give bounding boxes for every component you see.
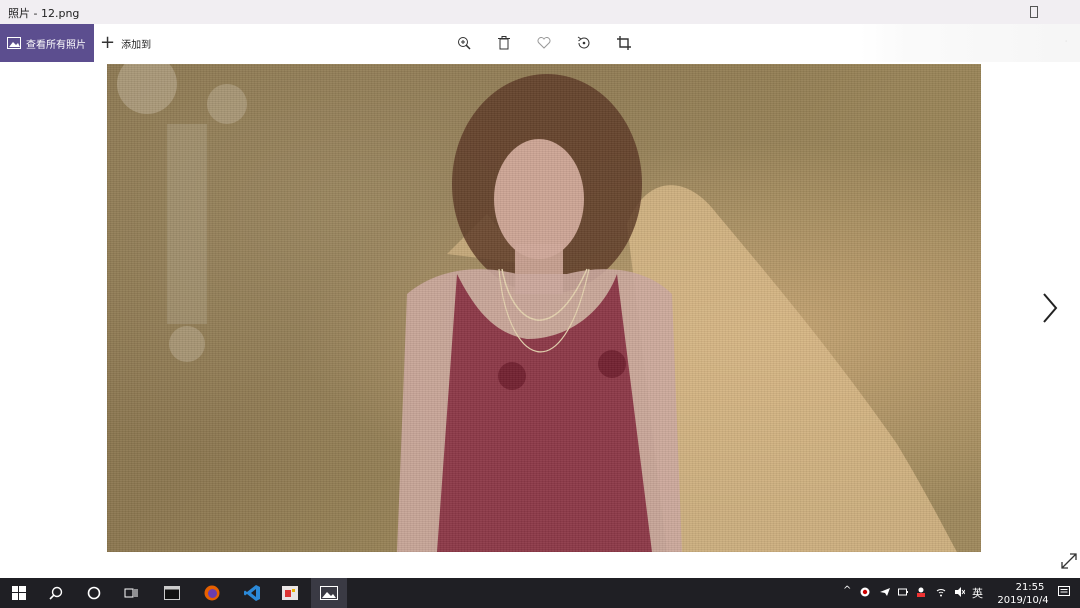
user-icon[interactable] [916,587,926,597]
vscode-icon[interactable] [243,584,261,602]
app-icon[interactable] [281,584,299,602]
expand-icon[interactable] [1060,552,1078,570]
zoom-icon[interactable] [455,34,473,52]
favorite-icon[interactable] [535,34,553,52]
noise-texture [107,64,981,552]
add-to-button[interactable]: + 添加到 [100,24,151,62]
record-icon[interactable] [860,587,870,597]
view-all-photos-button[interactable]: 查看所有照片 [0,24,94,62]
title-bar: 照片 - 12.png [0,0,1080,24]
clock-date[interactable]: 2019/10/4 [992,595,1054,606]
telegram-icon[interactable] [880,587,890,597]
window-title: 照片 - 12.png [8,7,80,20]
terminal-icon[interactable] [163,584,181,602]
clock-time[interactable]: 21:55 [1005,582,1055,593]
battery-icon[interactable] [898,587,908,597]
start-icon[interactable] [10,584,28,602]
add-to-label: 添加到 [121,39,152,51]
task-view-icon[interactable] [122,584,140,602]
delete-icon[interactable] [495,34,513,52]
input-language[interactable]: 英 [972,585,983,601]
wifi-icon[interactable] [936,587,946,597]
firefox-icon[interactable] [203,584,221,602]
displayed-photo[interactable] [107,64,981,552]
cortana-icon[interactable] [85,584,103,602]
search-icon[interactable] [47,584,65,602]
photos-icon[interactable] [320,584,338,602]
show-hidden-icons-icon[interactable]: ^ [843,585,853,596]
crop-icon[interactable] [615,34,633,52]
view-all-photos-label: 查看所有照片 [26,39,86,51]
restore-button[interactable] [1030,6,1038,18]
chevron-right-icon[interactable] [1038,290,1062,326]
notification-icon[interactable] [1058,586,1070,598]
taskbar: ^ 英 21:55 2019/10/4 [0,578,1080,608]
plus-icon: + [100,32,116,53]
photos-icon [7,37,21,49]
rotate-icon[interactable] [575,34,593,52]
volume-muted-icon[interactable] [955,587,965,597]
